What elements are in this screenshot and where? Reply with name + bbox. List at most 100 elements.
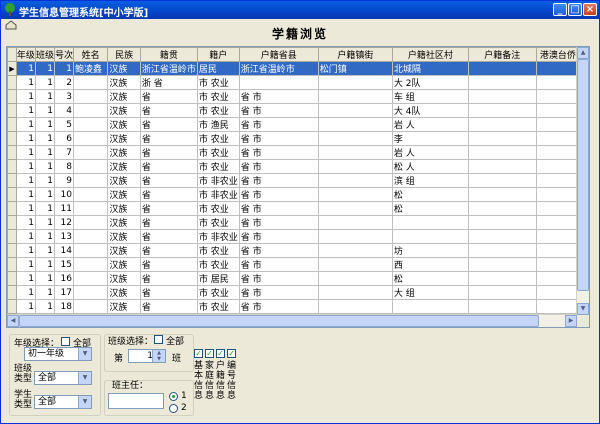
table-cell[interactable] (467, 285, 537, 300)
table-cell[interactable]: 松 (391, 271, 469, 286)
table-cell[interactable]: 省 (139, 187, 198, 202)
table-cell[interactable] (467, 159, 537, 174)
table-cell[interactable]: 4 (53, 103, 74, 118)
table-cell[interactable]: 松 (391, 187, 469, 202)
table-cell[interactable]: 1 (34, 285, 55, 300)
scroll-down-arrow-icon[interactable]: ▼ (577, 303, 589, 315)
table-cell[interactable]: 1 (15, 299, 36, 314)
table-cell[interactable] (72, 89, 109, 104)
row-indicator[interactable] (7, 229, 17, 244)
column-header[interactable]: 年级 (15, 47, 36, 62)
radio-option-1[interactable] (169, 392, 178, 401)
table-cell[interactable]: 1 (15, 103, 36, 118)
table-cell[interactable] (317, 117, 393, 132)
household-info-checkbox[interactable]: ✓ (216, 349, 225, 358)
table-cell[interactable] (238, 75, 319, 90)
table-cell[interactable] (467, 299, 537, 314)
column-header[interactable]: 户籍省县 (238, 47, 319, 62)
table-cell[interactable] (72, 243, 109, 258)
table-cell[interactable] (317, 145, 393, 160)
table-cell[interactable]: 市 非农业 (196, 229, 240, 244)
table-cell[interactable]: 2 (53, 75, 74, 90)
table-cell[interactable] (72, 145, 109, 160)
table-cell[interactable]: 省 (139, 299, 198, 314)
table-cell[interactable]: 省 市 (238, 201, 319, 216)
grade-select[interactable]: 初一年级 ▼ (24, 347, 92, 361)
table-cell[interactable] (467, 173, 537, 188)
table-cell[interactable]: 西 (391, 257, 469, 272)
grade-all-checkbox[interactable] (61, 337, 70, 346)
table-cell[interactable] (467, 201, 537, 216)
row-indicator[interactable] (7, 299, 17, 314)
table-cell[interactable]: 省 市 (238, 299, 319, 314)
table-cell[interactable]: 汉族 (107, 215, 141, 230)
table-cell[interactable]: 市 农业 (196, 201, 240, 216)
table-cell[interactable]: 1 (34, 257, 55, 272)
table-row[interactable]: 1 1 15 汉族省市 农业省 市西 (7, 257, 589, 272)
table-cell[interactable]: 1 (15, 257, 36, 272)
table-cell[interactable]: 1 (15, 75, 36, 90)
table-row[interactable]: 1 1 17 汉族省市 农业省 市大 组 (7, 285, 589, 300)
table-cell[interactable]: 9 (53, 173, 74, 188)
table-cell[interactable]: 北城隔 (391, 61, 469, 76)
table-cell[interactable] (391, 215, 469, 230)
table-cell[interactable]: 省 市 (238, 131, 319, 146)
table-cell[interactable] (317, 299, 393, 314)
table-cell[interactable] (467, 117, 537, 132)
table-cell[interactable]: 汉族 (107, 257, 141, 272)
table-cell[interactable]: 浙江省温岭市 (139, 61, 198, 76)
family-info-checkbox[interactable]: ✓ (205, 349, 214, 358)
table-cell[interactable]: 汉族 (107, 131, 141, 146)
table-cell[interactable]: 省 市 (238, 285, 319, 300)
table-cell[interactable]: 省 市 (238, 229, 319, 244)
table-cell[interactable] (317, 131, 393, 146)
table-cell[interactable]: 6 (53, 131, 74, 146)
table-cell[interactable]: 1 (15, 187, 36, 202)
table-cell[interactable] (317, 271, 393, 286)
table-cell[interactable]: 省 (139, 229, 198, 244)
table-row[interactable]: 1 1 2 汉族浙 省市 农业大 2队 (7, 75, 589, 90)
table-cell[interactable]: 汉族 (107, 145, 141, 160)
row-indicator[interactable] (7, 103, 17, 118)
table-cell[interactable]: 1 (34, 201, 55, 216)
column-header[interactable]: 号次 (53, 47, 74, 62)
table-cell[interactable] (467, 103, 537, 118)
table-cell[interactable]: 省 (139, 201, 198, 216)
table-row[interactable]: 1 1 7 汉族省市 农业省 市岩 人 (7, 145, 589, 160)
table-row[interactable]: 1 1 18 汉族省市 农业省 市 (7, 299, 589, 314)
table-cell[interactable] (467, 61, 537, 76)
table-row[interactable]: 1 1 6 汉族省市 农业省 市李 (7, 131, 589, 146)
table-cell[interactable]: 汉族 (107, 159, 141, 174)
table-cell[interactable]: 汉族 (107, 61, 141, 76)
table-cell[interactable] (467, 257, 537, 272)
table-cell[interactable]: 省 市 (238, 159, 319, 174)
table-cell[interactable] (72, 173, 109, 188)
table-row[interactable]: 1 1 3 汉族省市 农业省 市车 组 (7, 89, 589, 104)
table-cell[interactable]: 省 市 (238, 243, 319, 258)
table-cell[interactable]: 1 (34, 131, 55, 146)
table-cell[interactable]: 市 非农业 (196, 173, 240, 188)
table-cell[interactable]: 1 (15, 215, 36, 230)
table-cell[interactable]: 省 市 (238, 89, 319, 104)
vertical-scrollbar[interactable]: ▲ ▼ (576, 47, 589, 315)
table-cell[interactable]: 松 人 (391, 159, 469, 174)
table-cell[interactable]: 省 (139, 159, 198, 174)
table-cell[interactable]: 省 (139, 285, 198, 300)
column-header[interactable]: 籍贯 (139, 47, 198, 62)
table-cell[interactable]: 居民 (196, 61, 240, 76)
chevron-down-icon[interactable]: ▼ (78, 372, 91, 384)
table-cell[interactable]: 1 (15, 229, 36, 244)
row-indicator[interactable] (7, 243, 17, 258)
table-cell[interactable]: 省 市 (238, 257, 319, 272)
table-cell[interactable] (72, 229, 109, 244)
table-row[interactable]: 1 1 10 汉族省市 非农业省 市松 (7, 187, 589, 202)
table-cell[interactable]: 1 (15, 89, 36, 104)
id-info-checkbox[interactable]: ✓ (227, 349, 236, 358)
table-cell[interactable]: 17 (53, 285, 74, 300)
table-cell[interactable]: 汉族 (107, 243, 141, 258)
table-cell[interactable] (72, 103, 109, 118)
table-cell[interactable]: 市 农业 (196, 299, 240, 314)
teacher-input[interactable] (108, 393, 164, 409)
table-row[interactable]: 1 1 9 汉族省市 非农业省 市滨 组 (7, 173, 589, 188)
table-cell[interactable]: 12 (53, 215, 74, 230)
